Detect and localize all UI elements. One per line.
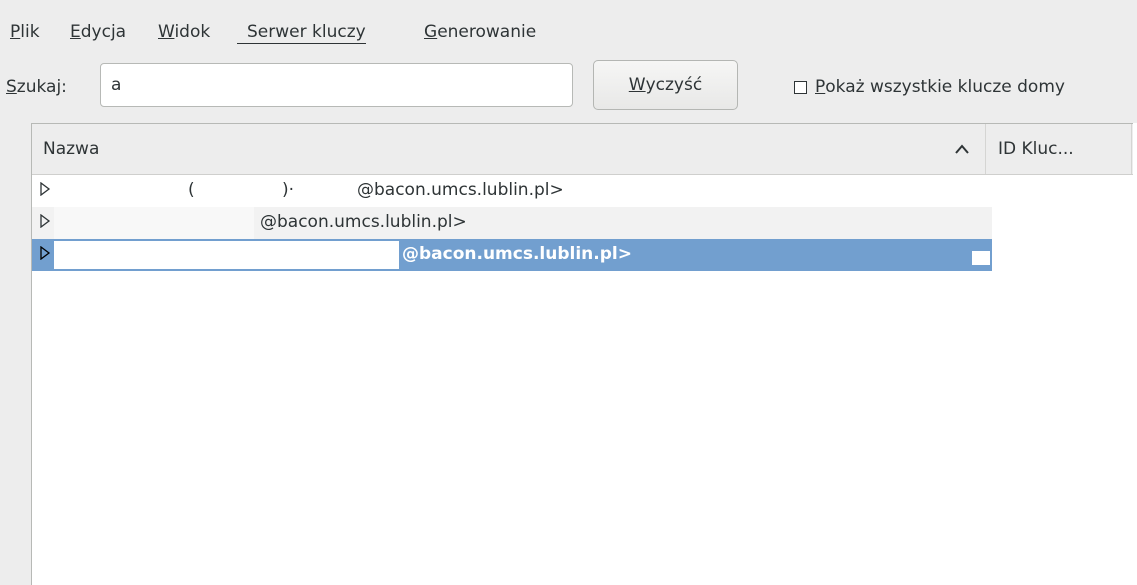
show-all-label: okaż wszystkie klucze domy: [825, 77, 1065, 97]
menu-edit-label: dycja: [80, 22, 127, 42]
search-label-mnemonic: S: [6, 77, 17, 97]
row-email: @bacon.umcs.lublin.pl>: [260, 212, 467, 232]
show-all-mnemonic: P: [815, 77, 826, 97]
key-list[interactable]: Nazwa ID Kluc... ( )· @bacon.umcs.lublin…: [31, 123, 1137, 585]
app-window: Plik Edycja Widok Serwer kluczy Generowa…: [0, 0, 1137, 585]
column-header-name[interactable]: Nazwa: [32, 124, 986, 174]
table-row[interactable]: @bacon.umcs.lublin.pl>: [32, 207, 992, 239]
checkbox-icon[interactable]: [794, 80, 807, 94]
row-name-part: )·: [282, 180, 295, 200]
menu-keyserver-label: erwer kluczy: [257, 22, 366, 42]
redacted-area: [54, 207, 254, 239]
redacted-area: [972, 251, 990, 265]
column-header-key-id[interactable]: ID Kluc...: [986, 124, 1132, 174]
table-row[interactable]: ( )· @bacon.umcs.lublin.pl>: [32, 175, 992, 207]
menu-view[interactable]: Widok: [158, 22, 210, 42]
menu-view-label: idok: [174, 22, 211, 42]
expander-triangle-icon[interactable]: [39, 214, 51, 228]
menu-generate-label: enerowanie: [437, 22, 537, 42]
row-email: @bacon.umcs.lublin.pl>: [402, 244, 632, 264]
search-input[interactable]: [100, 63, 573, 107]
menu-edit[interactable]: Edycja: [70, 22, 126, 42]
chevron-up-icon: [955, 144, 969, 154]
menu-file-label: lik: [20, 22, 40, 42]
show-all-keys-checkbox[interactable]: Pokaż wszystkie klucze domy: [794, 77, 1065, 97]
redacted-area: [54, 241, 399, 269]
menu-file-mnemonic: P: [10, 22, 21, 42]
row-email: @bacon.umcs.lublin.pl>: [357, 180, 564, 200]
clear-button-mnemonic: W: [628, 75, 646, 95]
expander-triangle-icon[interactable]: [39, 246, 51, 260]
window-edge: [1133, 123, 1137, 585]
clear-button[interactable]: Wyczyść: [593, 60, 738, 110]
expander-triangle-icon[interactable]: [39, 182, 51, 196]
table-body: ( )· @bacon.umcs.lublin.pl> @bacon.umcs.…: [32, 175, 1137, 271]
menubar: Plik Edycja Widok Serwer kluczy Generowa…: [0, 0, 1137, 50]
row-name-part: (: [188, 180, 195, 200]
menu-edit-mnemonic: E: [70, 22, 81, 42]
table-header: Nazwa ID Kluc...: [32, 124, 1137, 175]
table-row-selected[interactable]: @bacon.umcs.lublin.pl>: [32, 239, 992, 271]
column-header-key-id-label: ID Kluc...: [998, 139, 1074, 159]
menu-file[interactable]: Plik: [10, 22, 40, 42]
menu-generate-mnemonic: G: [424, 22, 438, 42]
menu-generate[interactable]: Generowanie: [424, 22, 536, 42]
menu-view-mnemonic: W: [158, 22, 175, 42]
menu-keyserver[interactable]: Serwer kluczy: [237, 22, 366, 44]
menu-keyserver-mnemonic: S: [247, 22, 258, 42]
search-label: Szukaj:: [6, 77, 67, 97]
search-label-text: zukaj:: [16, 77, 67, 97]
column-header-name-label: Nazwa: [43, 139, 100, 159]
clear-button-label: yczyść: [645, 75, 703, 95]
